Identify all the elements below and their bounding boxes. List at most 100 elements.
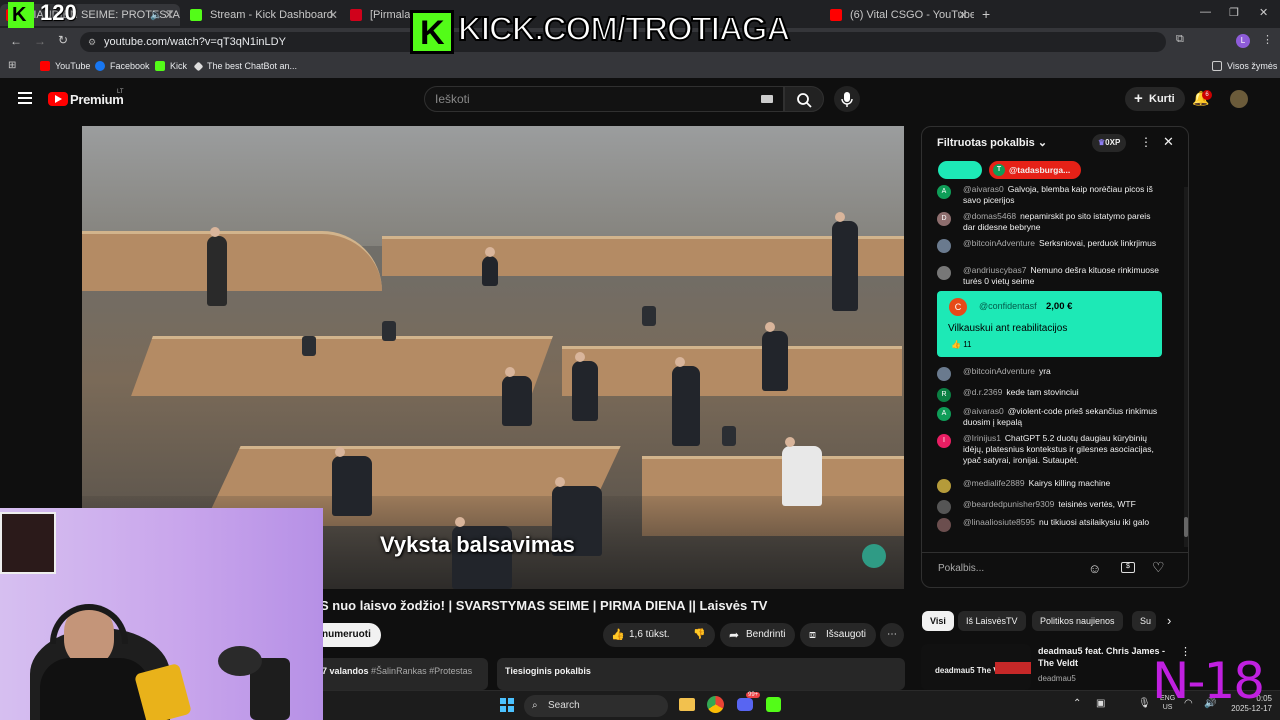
chat-message[interactable]: D @domas5468 nepamirskit po sito istatymo … <box>937 211 1165 233</box>
share-button[interactable]: ➦ Bendrinti <box>720 623 796 647</box>
dislike-button[interactable]: 👎 <box>683 623 715 647</box>
chat-avatar[interactable]: I <box>937 434 951 448</box>
bookmark-facebook[interactable]: Facebook <box>95 61 150 71</box>
related-video-channel[interactable]: deadmau5 <box>1038 674 1076 683</box>
close-chat-icon[interactable]: ✕ <box>1163 134 1174 150</box>
search-button[interactable] <box>784 86 824 112</box>
site-info-icon[interactable]: ⚙ <box>88 32 96 52</box>
chat-more-icon[interactable]: ⋮ <box>1140 135 1152 149</box>
chat-message[interactable]: @bitcoinAdventure yra <box>937 366 1165 381</box>
file-explorer-icon[interactable] <box>679 698 695 711</box>
emoji-icon[interactable]: ☺ <box>1088 561 1101 576</box>
close-tab-icon[interactable]: ✕ <box>958 8 968 22</box>
super-chat-message[interactable]: C @confidentasf 2,00 € Vilkauskui ant re… <box>937 291 1162 357</box>
back-arrow-icon[interactable]: ← <box>10 34 22 48</box>
account-avatar[interactable] <box>1230 90 1248 108</box>
close-tab-icon[interactable]: ✕ <box>328 8 338 22</box>
chip-all[interactable]: Visi <box>922 611 954 631</box>
tab-kick-dashboard[interactable]: Stream - Kick Dashboard ✕ <box>184 4 344 26</box>
hamburger-menu-icon[interactable] <box>18 92 32 104</box>
new-tab-button[interactable]: + <box>982 6 990 22</box>
chat-message[interactable]: A @aivaras0 Galvoja, blemba kaip norėčiau … <box>937 184 1165 206</box>
tray-chevron-icon[interactable]: ⌃ <box>1073 698 1081 709</box>
related-thumbnail[interactable]: deadmau5 The Veldt <box>921 644 1031 690</box>
microphone-tray-icon[interactable]: 🎙 <box>1138 698 1151 709</box>
chat-author[interactable]: @d.r.2369 <box>963 387 1002 397</box>
apps-grid-icon[interactable]: ⊞ <box>8 60 16 71</box>
extensions-icon[interactable]: ⧉ <box>1176 33 1184 46</box>
chip-more[interactable]: Su <box>1132 611 1156 631</box>
superchat-likes[interactable]: 👍 11 <box>951 340 972 349</box>
chat-avatar[interactable] <box>937 266 951 280</box>
chat-avatar[interactable]: A <box>937 407 951 421</box>
chat-author[interactable]: @beardedpunisher9309 <box>963 499 1054 509</box>
save-button[interactable]: ⧈ Išsaugoti <box>800 623 877 647</box>
chat-author[interactable]: @linaaliosiute8595 <box>963 517 1035 527</box>
create-button[interactable]: + Kurti <box>1125 87 1185 111</box>
bookmark-youtube[interactable]: YouTube <box>40 61 90 71</box>
live-chat-summary[interactable]: Tiesioginis pokalbis <box>497 658 905 690</box>
voice-search-button[interactable] <box>834 86 860 112</box>
close-tab-icon[interactable]: ✕ <box>164 8 174 22</box>
youtube-logo-icon[interactable] <box>48 92 68 106</box>
chat-input[interactable]: Pokalbis... <box>938 563 984 574</box>
chat-avatar[interactable] <box>937 500 951 514</box>
chat-scrollbar[interactable] <box>1184 187 1188 547</box>
chat-author[interactable]: @bitcoinAdventure <box>963 238 1035 248</box>
pinned-user-chip[interactable]: T @tadasburga... <box>989 161 1081 179</box>
browser-menu-icon[interactable]: ⋮ <box>1262 33 1273 46</box>
mute-icon[interactable]: 🔈 <box>150 10 162 21</box>
app-icon[interactable] <box>766 697 781 712</box>
reload-icon[interactable]: ↻ <box>58 33 68 47</box>
all-bookmarks-folder[interactable]: Visos žymės <box>1212 61 1277 71</box>
chat-author[interactable]: @andriuscybas7 <box>963 265 1026 275</box>
more-actions-button[interactable]: ⋯ <box>880 623 904 647</box>
description-box[interactable]: 7 valandos #ŠalinRankas #Protestas <box>316 658 488 690</box>
chip-laisves-tv[interactable]: Iš LaisvėsTV <box>958 611 1026 631</box>
chat-message[interactable]: @medialife2889 Kairys killing machine <box>937 478 1165 493</box>
pinned-avatars[interactable] <box>938 161 982 179</box>
chat-avatar[interactable] <box>937 518 951 532</box>
chat-author[interactable]: @aivaras0 <box>963 406 1004 416</box>
chat-author[interactable]: @aivaras0 <box>963 184 1004 194</box>
minimize-button[interactable]: — <box>1200 6 1211 18</box>
chat-filter-dropdown[interactable]: Filtruotas pokalbis ⌄ <box>937 136 1047 149</box>
tray-icon[interactable]: ▣ <box>1096 698 1105 709</box>
chat-message[interactable]: @bitcoinAdventure Serksniovai, perduok li… <box>937 238 1165 253</box>
heart-icon[interactable]: ♡ <box>1152 559 1165 576</box>
chat-author[interactable]: @medialife2889 <box>963 478 1025 488</box>
chevron-right-icon[interactable]: › <box>1167 613 1171 628</box>
xp-badge[interactable]: ♛0XP <box>1092 134 1127 152</box>
chat-author[interactable]: @domas5468 <box>963 211 1016 221</box>
close-window-button[interactable]: ✕ <box>1259 6 1268 19</box>
tab-pirmalaikiai[interactable]: [Pirmalaikiai <box>344 4 414 26</box>
discord-icon[interactable] <box>737 698 753 711</box>
chat-message[interactable]: I @Irinijus1 ChatGPT 5.2 duotų daugiau kūr… <box>937 433 1165 466</box>
bookmark-chatbot[interactable]: The best ChatBot an... <box>193 61 297 71</box>
forward-arrow-icon[interactable]: → <box>34 34 46 48</box>
taskbar-search[interactable]: ⌕ Search <box>524 695 668 717</box>
tab-vital-csgo[interactable]: (6) Vital CSGO - YouTube ✕ <box>824 4 974 26</box>
chip-politikos-naujienos[interactable]: Politikos naujienos <box>1032 611 1123 631</box>
windows-start-icon[interactable] <box>500 698 514 712</box>
bookmark-kick[interactable]: Kick <box>155 61 187 71</box>
keyboard-icon[interactable] <box>761 95 773 103</box>
chrome-icon[interactable] <box>707 696 724 713</box>
chat-message[interactable]: @beardedpunisher9309 teisinės vertės, WTF <box>937 499 1165 514</box>
chat-avatar[interactable]: A <box>937 185 951 199</box>
chat-message[interactable]: @andriuscybas7 Nemuno dešra kituose rinki… <box>937 265 1165 287</box>
chat-author[interactable]: @bitcoinAdventure <box>963 366 1035 376</box>
chat-message[interactable]: @linaaliosiute8595 nu tikiuosi atsilaikys… <box>937 517 1165 532</box>
chat-avatar[interactable] <box>937 239 951 253</box>
youtube-premium-logo[interactable]: Premium <box>70 92 124 107</box>
hashtags[interactable]: #ŠalinRankas #Protestas <box>371 666 472 676</box>
search-input[interactable]: Ieškoti <box>424 86 784 112</box>
chat-avatar[interactable]: R <box>937 388 951 402</box>
chat-avatar[interactable] <box>937 479 951 493</box>
profile-avatar[interactable]: L <box>1236 34 1250 48</box>
chat-author[interactable]: @Irinijus1 <box>963 433 1001 443</box>
maximize-button[interactable]: ❐ <box>1229 6 1239 19</box>
chat-avatar[interactable]: D <box>937 212 951 226</box>
chat-message[interactable]: R @d.r.2369 kede tam stovinciui <box>937 387 1165 402</box>
chat-message[interactable]: A @aivaras0 @violent-code prieš sekančius … <box>937 406 1165 428</box>
